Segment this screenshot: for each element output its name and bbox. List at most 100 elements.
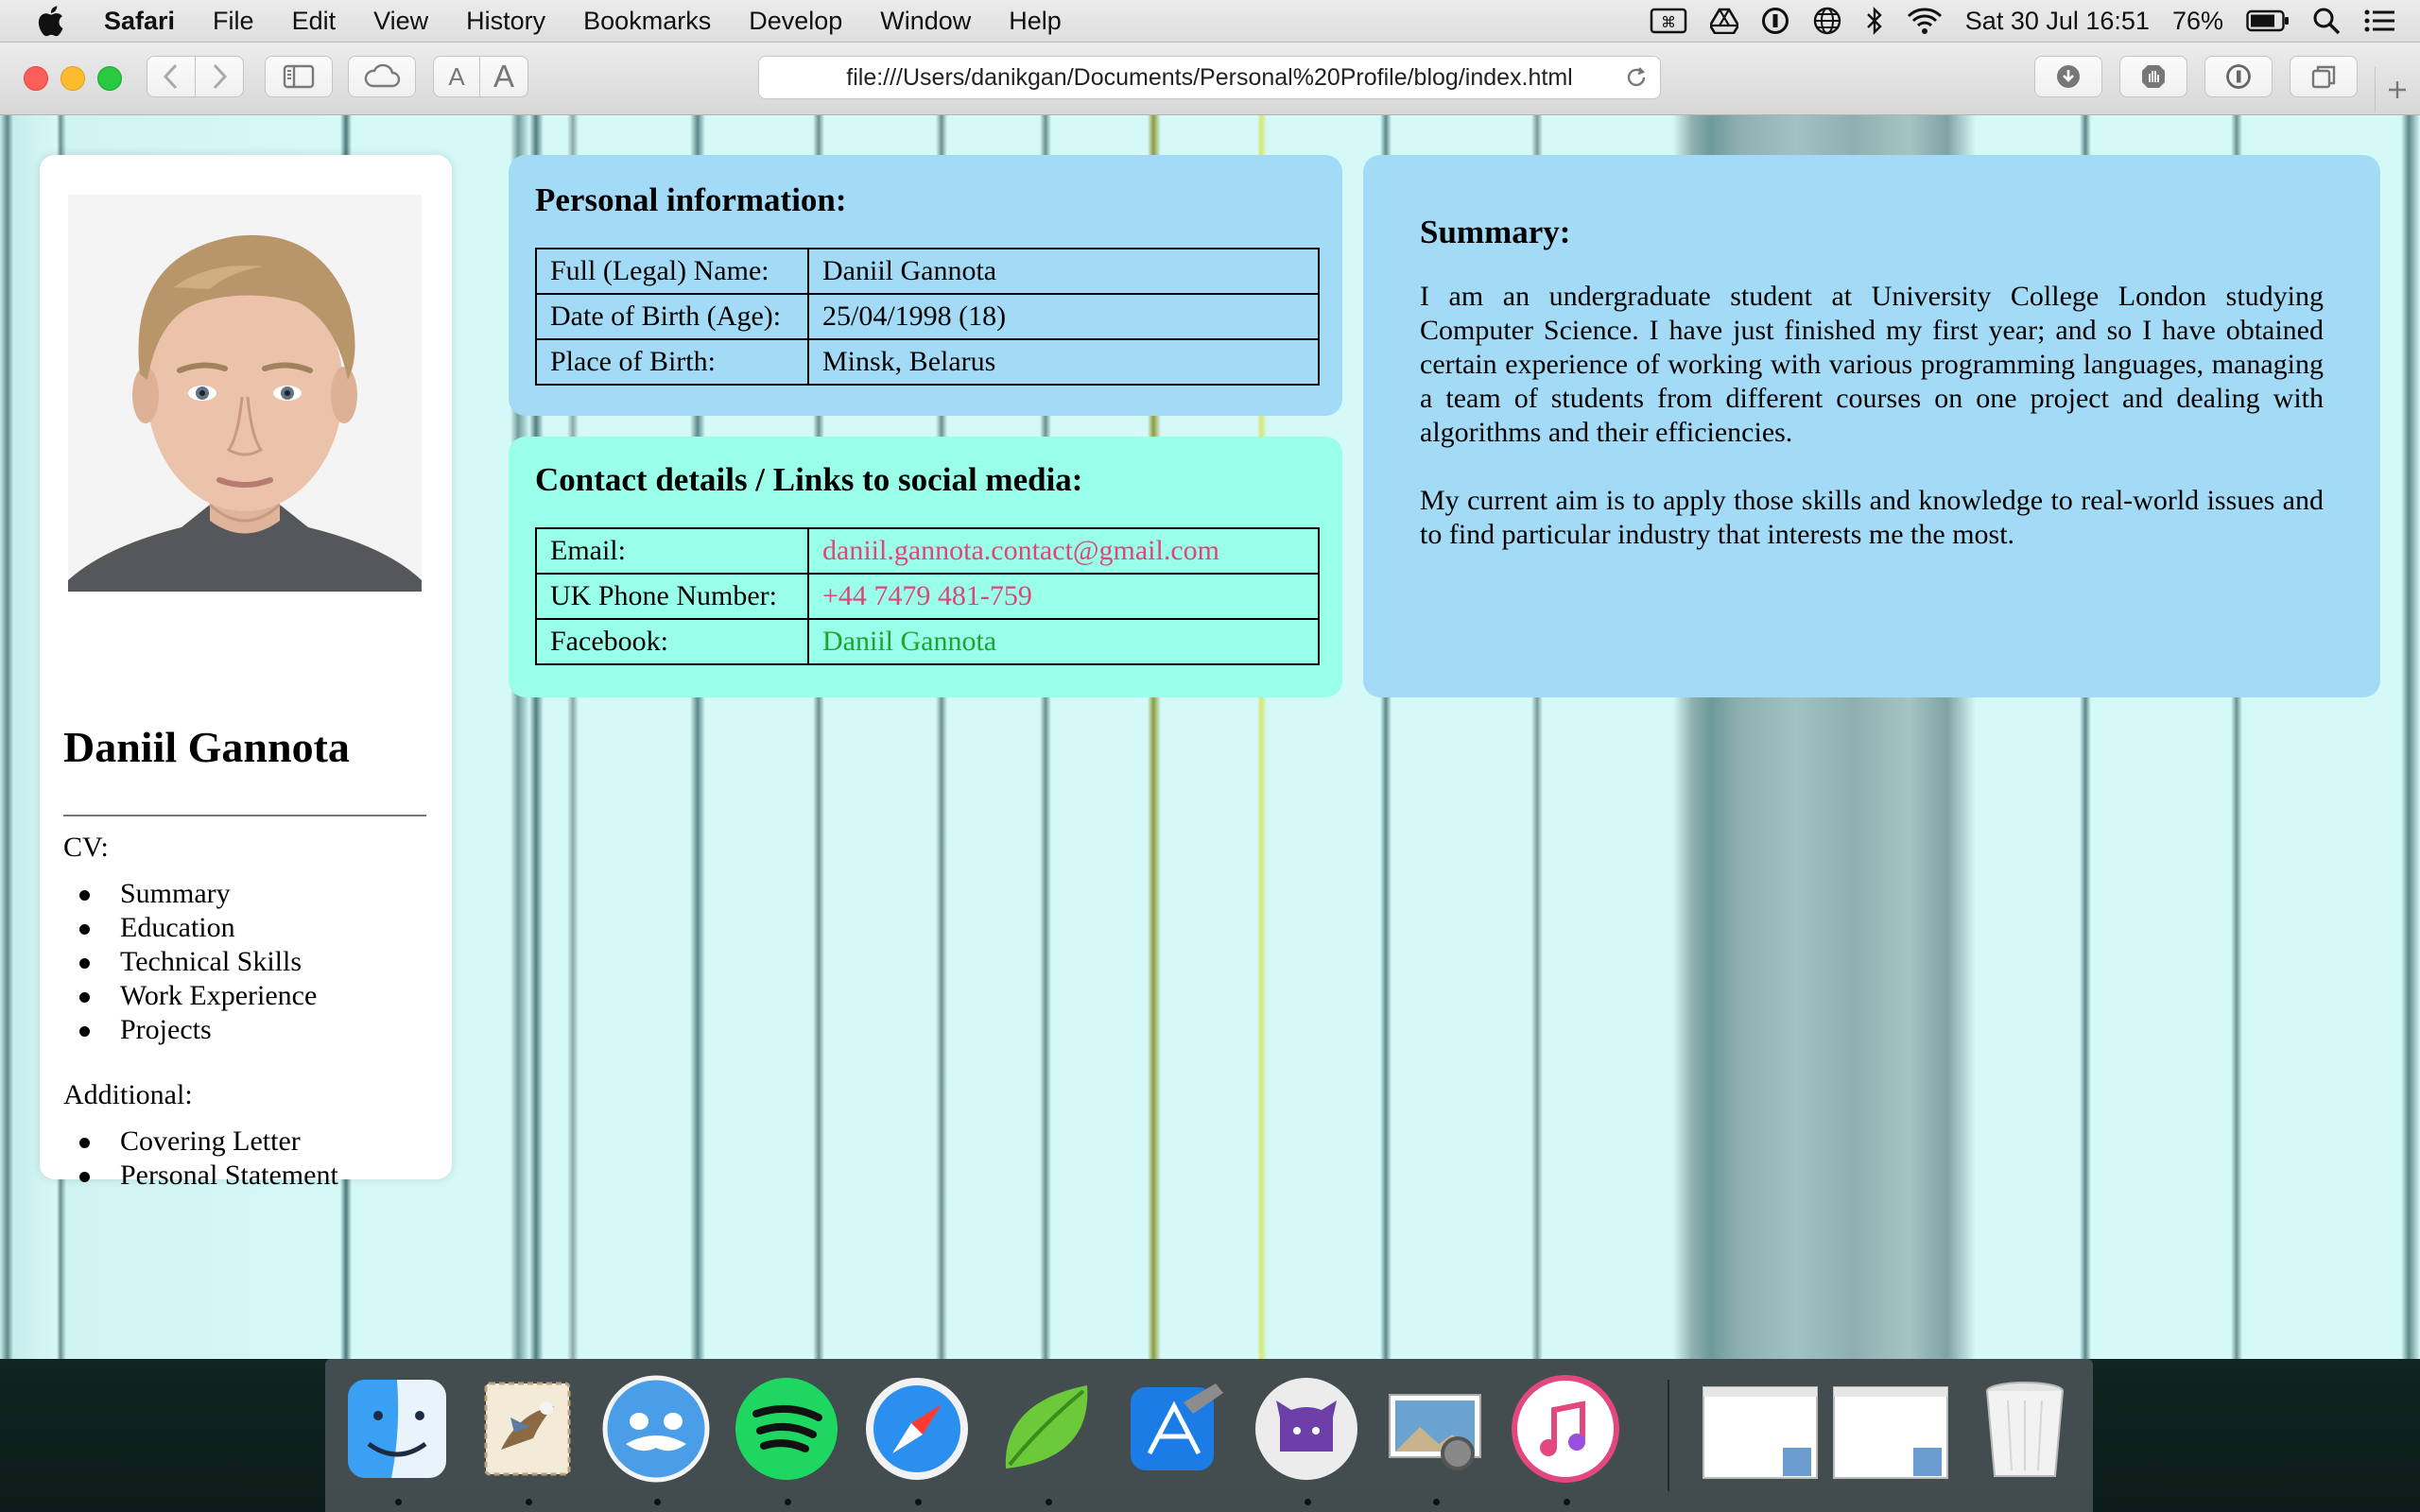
table-row: Date of Birth (Age): 25/04/1998 (18) (535, 293, 1320, 340)
menu-bookmarks[interactable]: Bookmarks (583, 7, 711, 36)
adblock-extension-button[interactable] (2119, 56, 2187, 97)
tweetbot-icon[interactable] (601, 1374, 711, 1484)
menu-file[interactable]: File (213, 7, 254, 36)
table-cell-key: Facebook: (535, 618, 809, 665)
reload-icon[interactable] (1624, 65, 1649, 96)
safari-icon[interactable] (862, 1374, 972, 1484)
minimize-window-button[interactable] (60, 66, 85, 91)
table-cell-value: Daniil Gannota (807, 248, 1320, 295)
cv-label: CV: (63, 832, 109, 863)
table-cell-key: UK Phone Number: (535, 573, 809, 620)
trash-icon[interactable] (1970, 1374, 2080, 1484)
dock-separator (1668, 1380, 1669, 1491)
menu-window[interactable]: Window (880, 7, 971, 36)
table-cell-value: 25/04/1998 (18) (807, 293, 1320, 340)
1password-icon[interactable] (1761, 7, 1789, 35)
phone-link[interactable]: +44 7479 481-759 (807, 573, 1320, 620)
profile-photo (68, 195, 422, 592)
cv-nav-list: Summary Education Technical Skills Work … (63, 877, 317, 1047)
summary-body: I am an undergraduate student at Univers… (1420, 280, 2324, 586)
nav-link-work-experience[interactable]: Work Experience (63, 979, 317, 1013)
summary-paragraph: I am an undergraduate student at Univers… (1420, 281, 2324, 448)
1password-icon (2226, 64, 2251, 89)
svg-text:⌘: ⌘ (1661, 13, 1676, 31)
downloads-button[interactable] (2034, 56, 2102, 97)
url-text[interactable]: file:///Users/danikgan/Documents/Persona… (846, 64, 1572, 92)
additional-nav-list: Covering Letter Personal Statement (63, 1125, 338, 1193)
download-icon (2057, 65, 2080, 88)
address-bar[interactable]: file:///Users/danikgan/Documents/Persona… (758, 56, 1661, 99)
battery-icon[interactable] (2246, 9, 2290, 33)
battery-percent[interactable]: 76% (2172, 7, 2223, 36)
summary-card: Summary: I am an undergraduate student a… (1363, 155, 2380, 697)
fullscreen-window-button[interactable] (97, 66, 122, 91)
plus-icon (2388, 81, 2406, 98)
table-row: Facebook: Daniil Gannota (535, 618, 1320, 665)
coda-icon[interactable] (993, 1374, 1102, 1484)
cloud-icon (364, 64, 401, 88)
nav-link-personal-statement[interactable]: Personal Statement (63, 1159, 338, 1193)
mail-icon[interactable] (473, 1374, 582, 1484)
menu-help[interactable]: Help (1009, 7, 1062, 36)
document-icon[interactable] (1700, 1374, 1821, 1484)
tabs-overview-icon (2311, 65, 2336, 89)
bluetooth-icon[interactable] (1865, 6, 1884, 36)
clock[interactable]: Sat 30 Jul 16:51 (1965, 7, 2150, 36)
document-icon[interactable] (1830, 1374, 1951, 1484)
personal-info-table: Full (Legal) Name: Daniil Gannota Date o… (535, 248, 1320, 386)
sidebar-toggle-button[interactable] (265, 56, 333, 97)
menu-edit[interactable]: Edit (292, 7, 337, 36)
menu-history[interactable]: History (466, 7, 545, 36)
table-row: Full (Legal) Name: Daniil Gannota (535, 248, 1320, 295)
wifi-icon[interactable] (1907, 7, 1943, 35)
menu-develop[interactable]: Develop (749, 7, 842, 36)
table-cell-key: Date of Birth (Age): (535, 293, 809, 340)
table-cell-key: Place of Birth: (535, 338, 809, 386)
forward-button[interactable] (195, 56, 244, 97)
apple-menu-icon[interactable] (36, 4, 68, 38)
text-smaller-button[interactable]: A (433, 56, 480, 97)
app-menu-safari[interactable]: Safari (104, 7, 175, 36)
dock (325, 1359, 2093, 1512)
menu-view[interactable]: View (373, 7, 428, 36)
github-desktop-icon[interactable] (1252, 1374, 1361, 1484)
nav-link-technical-skills[interactable]: Technical Skills (63, 945, 317, 979)
globe-icon[interactable] (1812, 6, 1842, 36)
profile-name: Daniil Gannota (63, 723, 350, 771)
preview-icon[interactable] (1380, 1374, 1490, 1484)
personal-info-title: Personal information: (535, 181, 847, 218)
email-link[interactable]: daniil.gannota.contact@gmail.com (807, 527, 1320, 575)
icloud-tabs-button[interactable] (348, 56, 416, 97)
nav-link-summary[interactable]: Summary (63, 877, 317, 911)
nav-link-covering-letter[interactable]: Covering Letter (63, 1125, 338, 1159)
notification-center-icon[interactable] (2363, 8, 2395, 34)
spotlight-search-icon[interactable] (2312, 7, 2341, 35)
table-cell-key: Full (Legal) Name: (535, 248, 809, 295)
close-window-button[interactable] (24, 66, 48, 91)
text-bigger-button[interactable]: A (479, 56, 528, 97)
sidebar-icon (283, 64, 315, 89)
facebook-link[interactable]: Daniil Gannota (807, 618, 1320, 665)
xcode-icon[interactable] (1121, 1374, 1231, 1484)
status-menu-area: ⌘ Sat 30 Jul 16:51 76% (1650, 0, 2395, 42)
nav-link-education[interactable]: Education (63, 911, 317, 945)
spotify-icon[interactable] (732, 1374, 841, 1484)
nav-link-projects[interactable]: Projects (63, 1013, 317, 1047)
new-tab-button[interactable] (2375, 67, 2418, 112)
google-drive-icon[interactable] (1709, 8, 1738, 34)
hand-stop-icon (2142, 65, 2165, 88)
contact-card: Contact details / Links to social media:… (509, 437, 1342, 697)
show-all-tabs-button[interactable] (2290, 56, 2358, 97)
finder-icon[interactable] (342, 1374, 452, 1484)
table-row: Email: daniil.gannota.contact@gmail.com (535, 527, 1320, 575)
itunes-icon[interactable] (1511, 1374, 1620, 1484)
personal-info-card: Personal information: Full (Legal) Name:… (509, 155, 1342, 416)
profile-sidebar: Daniil Gannota CV: Summary Education Tec… (40, 155, 452, 1191)
1password-extension-button[interactable] (2204, 56, 2273, 97)
contact-title: Contact details / Links to social media: (535, 461, 1083, 498)
command-key-icon[interactable]: ⌘ (1650, 8, 1687, 34)
table-row: UK Phone Number: +44 7479 481-759 (535, 573, 1320, 620)
back-button[interactable] (147, 56, 196, 97)
divider (63, 815, 426, 816)
summary-paragraph: My current aim is to apply those skills … (1420, 485, 2324, 550)
